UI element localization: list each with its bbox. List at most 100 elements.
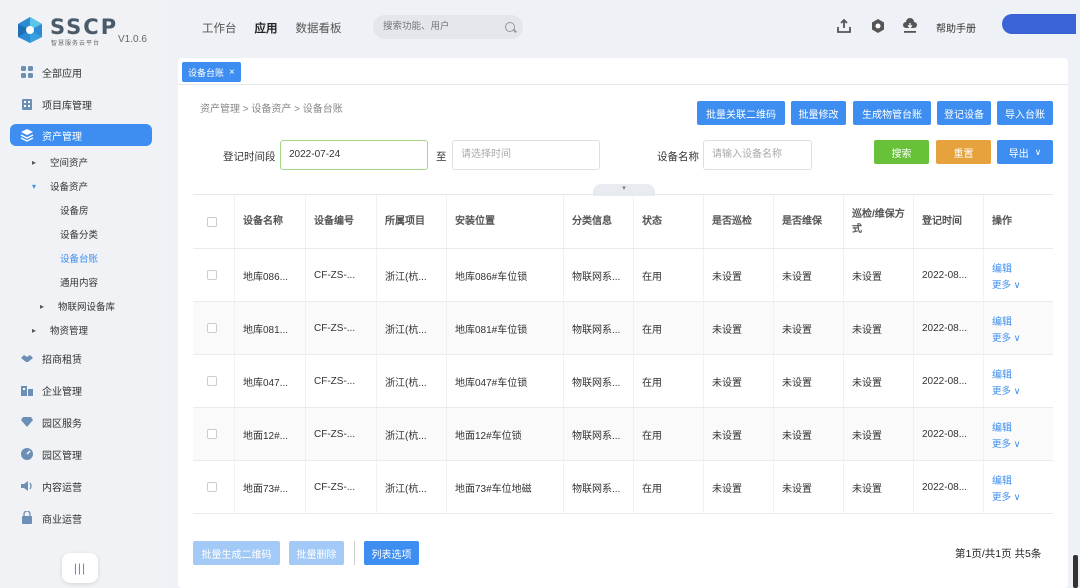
sidebar-item-leasing[interactable]: 招商租赁 <box>0 342 168 374</box>
cell-operations: 编辑更多 ∨ <box>984 461 1053 513</box>
sidebar-item-asset-management[interactable]: 资产管理 <box>10 124 152 146</box>
cell-register-time: 2022-08... <box>914 355 984 407</box>
nav-dashboard[interactable]: 数据看板 <box>296 20 342 36</box>
cell-method: 未设置 <box>844 408 914 460</box>
cell-install-location: 地库047#车位锁 <box>447 355 564 407</box>
sidebar-item-park-service[interactable]: 园区服务 <box>0 406 168 438</box>
sidebar-item-label: 全部应用 <box>42 68 82 80</box>
cell-method: 未设置 <box>844 355 914 407</box>
device-name-input[interactable]: 请输入设备名称 <box>703 140 812 170</box>
cell-device-code: CF-ZS-... <box>306 408 377 460</box>
speaker-icon <box>21 481 32 491</box>
sidebar-subitem-space-assets[interactable]: ▸ 空间资产 <box>0 150 168 174</box>
import-ledger-button[interactable]: 导入台账 <box>997 101 1053 125</box>
scrollbar-thumb[interactable] <box>1073 555 1078 588</box>
generate-ledger-button[interactable]: 生成物管台账 <box>853 101 931 125</box>
chevron-down-icon: ∨ <box>1034 146 1042 157</box>
cloud-download-icon[interactable] <box>902 18 918 34</box>
edit-link[interactable]: 编辑 <box>992 419 1012 434</box>
more-dropdown[interactable]: 更多 ∨ <box>992 277 1021 291</box>
cell-status: 在用 <box>634 302 704 354</box>
column-header: 设备编号 <box>306 195 377 248</box>
batch-generate-qrcode-button[interactable]: 批量生成二维码 <box>193 541 280 565</box>
sidebar-item-label: 招商租赁 <box>42 354 82 366</box>
sidebar-item-business-ops[interactable]: 商业运营 <box>0 502 168 534</box>
export-dropdown-button[interactable]: 导出 ∨ <box>997 140 1053 164</box>
cell-operations: 编辑更多 ∨ <box>984 302 1053 354</box>
tab-device-ledger[interactable]: 设备台账 × <box>182 62 241 82</box>
more-dropdown[interactable]: 更多 ∨ <box>992 330 1021 344</box>
sidebar-leaf-device-room[interactable]: 设备房 <box>0 198 168 222</box>
more-dropdown[interactable]: 更多 ∨ <box>992 489 1021 503</box>
cell-operations: 编辑更多 ∨ <box>984 355 1053 407</box>
more-dropdown[interactable]: 更多 ∨ <box>992 436 1021 450</box>
edit-link[interactable]: 编辑 <box>992 260 1012 275</box>
end-date-input[interactable]: 请选择时间 <box>452 140 600 170</box>
hexagon-settings-icon[interactable] <box>870 18 886 34</box>
open-tabs: 设备台账 × <box>182 62 241 82</box>
register-device-button[interactable]: 登记设备 <box>937 101 991 125</box>
close-icon[interactable]: × <box>229 67 235 78</box>
row-checkbox[interactable] <box>207 376 217 386</box>
user-menu[interactable] <box>1002 14 1076 34</box>
sidebar-subitem-iot-library[interactable]: ▸ 物联网设备库 <box>0 294 168 318</box>
sidebar-subitem-label: 空间资产 <box>50 158 89 169</box>
handshake-icon <box>21 355 33 362</box>
column-header: 操作 <box>992 216 1012 227</box>
sidebar-item-enterprise[interactable]: 企业管理 <box>0 374 168 406</box>
enterprise-icon <box>21 386 33 396</box>
global-search-input[interactable] <box>373 15 523 39</box>
column-header: 设备名称 <box>235 195 306 248</box>
select-all-checkbox[interactable] <box>207 216 217 227</box>
sidebar-item-park-management[interactable]: 园区管理 <box>0 438 168 470</box>
row-checkbox[interactable] <box>207 270 217 280</box>
divider <box>354 541 355 565</box>
edit-link[interactable]: 编辑 <box>992 313 1012 328</box>
cell-device-name: 地库081... <box>235 302 306 354</box>
reset-button[interactable]: 重置 <box>936 140 991 164</box>
sidebar-subitem-label: 物资管理 <box>50 326 89 337</box>
cell-register-time: 2022-08... <box>914 302 984 354</box>
more-dropdown[interactable]: 更多 ∨ <box>992 383 1021 397</box>
sidebar-item-project-library[interactable]: 项目库管理 <box>0 88 168 120</box>
column-header: 是否巡检 <box>704 195 774 248</box>
layers-icon <box>20 129 34 142</box>
cell-operations: 编辑更多 ∨ <box>984 408 1053 460</box>
nav-workbench[interactable]: 工作台 <box>202 20 237 36</box>
sidebar-leaf-device-category[interactable]: 设备分类 <box>0 222 168 246</box>
search-button[interactable]: 搜索 <box>874 140 929 164</box>
cell-inspection: 未设置 <box>704 302 774 354</box>
sidebar-item-label: 企业管理 <box>42 386 82 398</box>
sidebar-collapse-button[interactable]: ||| <box>62 553 98 583</box>
sidebar-subitem-material[interactable]: ▸ 物资管理 <box>0 318 168 342</box>
batch-edit-button[interactable]: 批量修改 <box>791 101 846 125</box>
nav-apps[interactable]: 应用 <box>255 20 278 36</box>
search-icon[interactable] <box>505 22 515 32</box>
sidebar-leaf-device-ledger[interactable]: 设备台账 <box>0 246 168 270</box>
sidebar-item-content-ops[interactable]: 内容运营 <box>0 470 168 502</box>
row-checkbox[interactable] <box>207 482 217 492</box>
cell-project: 浙江(杭... <box>377 302 447 354</box>
edit-link[interactable]: 编辑 <box>992 366 1012 381</box>
cell-maintenance: 未设置 <box>774 249 844 301</box>
sidebar-leaf-common-content[interactable]: 通用内容 <box>0 270 168 294</box>
app-version: V1.0.6 <box>118 34 147 45</box>
cell-maintenance: 未设置 <box>774 408 844 460</box>
edit-link[interactable]: 编辑 <box>992 472 1012 487</box>
start-date-input[interactable]: 2022-07-24 <box>280 140 428 170</box>
cell-register-time: 2022-08... <box>914 408 984 460</box>
upload-icon[interactable] <box>836 18 852 34</box>
cell-method: 未设置 <box>844 461 914 513</box>
row-checkbox[interactable] <box>207 429 217 439</box>
batch-link-qrcode-button[interactable]: 批量关联二维码 <box>697 101 785 125</box>
batch-delete-button[interactable]: 批量删除 <box>289 541 344 565</box>
help-manual-link[interactable]: 帮助手册 <box>936 20 976 35</box>
topbar: 工作台 应用 数据看板 帮助手册 <box>168 0 1080 54</box>
cell-project: 浙江(杭... <box>377 461 447 513</box>
row-checkbox[interactable] <box>207 323 217 333</box>
list-options-button[interactable]: 列表选项 <box>364 541 419 565</box>
sidebar-subitem-device-assets[interactable]: ▾ 设备资产 <box>0 174 168 198</box>
cell-category: 物联网系... <box>564 355 634 407</box>
sidebar-item-label: 商业运营 <box>42 514 82 526</box>
sidebar-item-all-apps[interactable]: 全部应用 <box>0 56 168 88</box>
